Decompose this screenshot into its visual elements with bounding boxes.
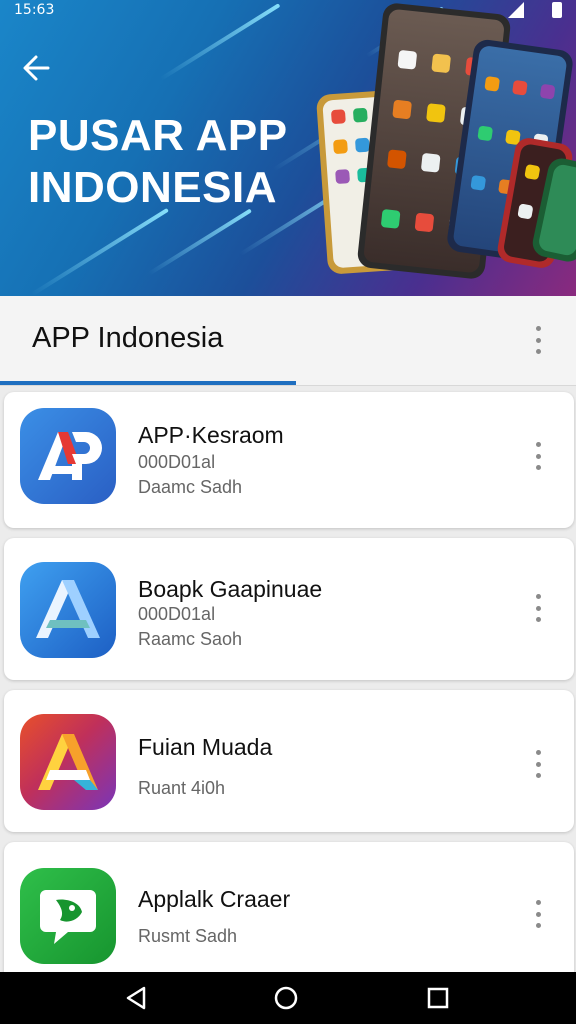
a-logo-gradient-icon — [20, 714, 116, 810]
battery-icon — [552, 2, 562, 18]
tab-title[interactable]: APP Indonesia — [32, 322, 223, 355]
app-card[interactable]: APP·Kesraom 000D01al Daamc Sadh — [4, 392, 574, 528]
app-name: Boapk Gaapinuae — [138, 576, 323, 602]
ap-logo-icon — [20, 408, 116, 504]
more-options-icon[interactable] — [526, 896, 550, 932]
light-streak — [31, 207, 169, 296]
banner-title-line2: INDONESIA — [28, 163, 277, 212]
more-options-icon[interactable] — [526, 322, 550, 358]
tab-bar: APP Indonesia — [0, 296, 576, 386]
banner-title: PUSAR APP INDONESIA — [28, 110, 288, 214]
app-meta-line1: 000D01al — [138, 604, 216, 624]
back-triangle-icon[interactable] — [124, 986, 148, 1010]
a-logo-blue-icon — [20, 562, 116, 658]
app-meta-line1: 000D01al — [138, 452, 216, 472]
app-meta-line2: Raamc Saoh — [138, 629, 243, 649]
more-options-icon[interactable] — [526, 590, 550, 626]
app-card[interactable]: Boapk Gaapinuae 000D01al Raamc Saoh — [4, 538, 574, 680]
header-banner: 15:63 PUSAR APP INDONESIA — [0, 0, 576, 296]
app-name: Applalk Craaer — [138, 886, 291, 912]
status-time: 15:63 — [14, 2, 55, 18]
light-streak — [148, 208, 252, 276]
recents-square-icon[interactable] — [426, 986, 450, 1010]
app-meta-line2: Ruant 4i0h — [138, 778, 226, 798]
home-circle-icon[interactable] — [274, 986, 298, 1010]
back-arrow-icon[interactable] — [18, 48, 58, 88]
banner-title-line1: PUSAR APP — [28, 111, 288, 160]
app-name: APP·Kesraom — [138, 422, 284, 448]
system-nav-bar — [0, 972, 576, 1024]
chat-face-icon — [20, 868, 116, 964]
more-options-icon[interactable] — [526, 438, 550, 474]
tab-indicator — [0, 381, 296, 385]
app-card[interactable]: Applalk Craaer Rusmt Sadh — [4, 842, 574, 982]
app-meta-line2: Rusmt Sadh — [138, 926, 238, 946]
more-options-icon[interactable] — [526, 746, 550, 782]
app-card[interactable]: Fuian Muada Ruant 4i0h — [4, 690, 574, 832]
app-name: Fuian Muada — [138, 734, 273, 760]
signal-icon — [508, 2, 524, 18]
app-meta-line2: Daamc Sadh — [138, 477, 243, 497]
